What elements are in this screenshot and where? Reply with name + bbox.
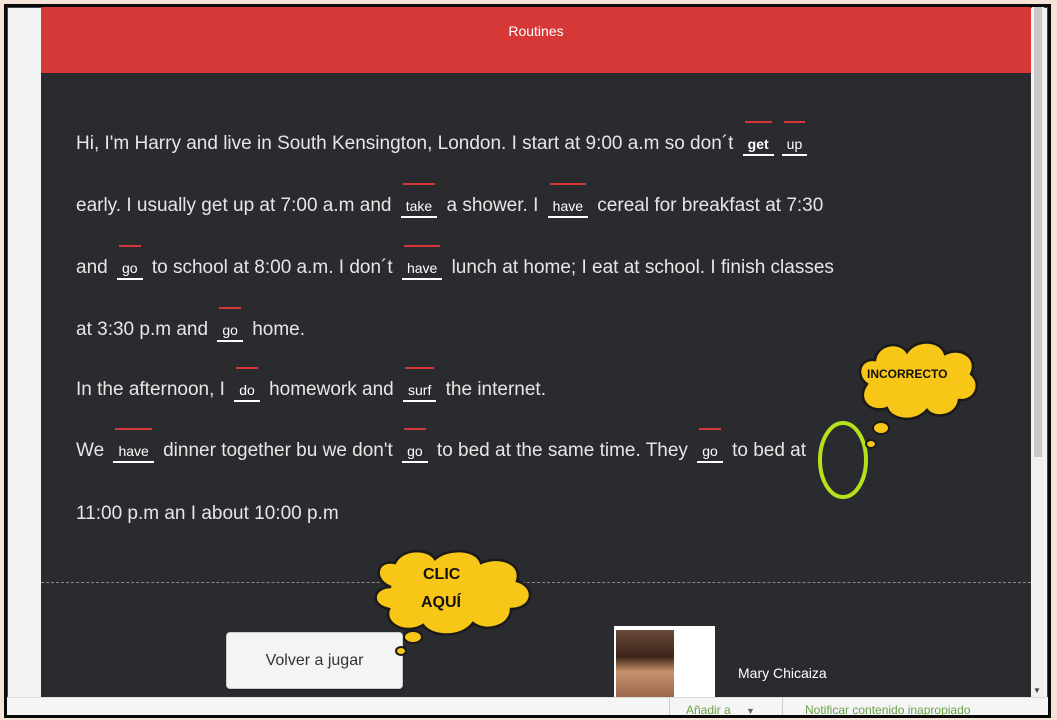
answer-blank[interactable]: go <box>402 428 428 463</box>
answer-blank[interactable]: get <box>742 121 774 156</box>
add-to-label: Añadir a <box>686 703 731 717</box>
answer-blank[interactable]: do <box>234 367 260 402</box>
add-to-menu[interactable]: Añadir a ▼ <box>686 703 755 717</box>
story-text-segment: lunch at home; I eat at school. I finish… <box>451 257 834 278</box>
report-content-link[interactable]: Notificar contenido inapropiado <box>805 703 970 715</box>
scrollbar-thumb[interactable] <box>1034 7 1042 457</box>
author-name[interactable]: Mary Chicaiza <box>738 665 827 681</box>
answer-blank[interactable]: go <box>217 307 243 342</box>
answer-blank[interactable]: have <box>401 245 443 280</box>
story-line: and go to school at 8:00 a.m. I don´t ha… <box>76 237 1016 299</box>
click-here-line1: CLIC <box>423 566 461 583</box>
footer-divider <box>782 698 783 715</box>
answer-blank[interactable]: up <box>781 121 808 156</box>
story-text-segment: In the afternoon, I <box>76 379 225 400</box>
game-title: Routines <box>508 23 564 39</box>
incorrect-callout-text: INCORRECTO <box>867 367 947 381</box>
story-text-segment: homework and <box>269 379 394 400</box>
story-text-segment: Hi, I'm Harry and live in South Kensingt… <box>76 133 734 154</box>
scroll-down-arrow-icon[interactable]: ▼ <box>1033 686 1041 695</box>
story-text-segment: to school at 8:00 a.m. I don´t <box>151 257 393 278</box>
story-text-segment: and <box>76 257 108 278</box>
app-frame: Routines Hi, I'm Harry and live in South… <box>4 4 1051 718</box>
answer-blank[interactable]: take <box>400 183 438 218</box>
story-text-segment: the internet. <box>445 379 546 400</box>
click-here-callout-bubble: CLIC AQUÍ <box>374 550 532 656</box>
story-text-segment: at 3:30 p.m and <box>76 319 209 340</box>
story-text-segment: We <box>76 440 105 461</box>
vertical-scrollbar[interactable]: ▼ <box>1032 7 1044 697</box>
footer-bar: Añadir a ▼ Notificar contenido inapropia… <box>7 697 1048 717</box>
story-text-segment: to bed at the same time. They <box>436 440 688 461</box>
incorrect-callout-bubble: INCORRECTO <box>858 341 978 449</box>
author-card[interactable] <box>614 626 715 706</box>
answer-blank[interactable]: surf <box>403 367 437 402</box>
footer-divider <box>669 698 670 715</box>
story-text-segment: to bed at <box>732 440 807 461</box>
story-line: early. I usually get up at 7:00 a.m and … <box>76 175 1016 237</box>
avatar[interactable] <box>616 630 674 706</box>
story-text-segment: cereal for breakfast at 7:30 <box>597 195 824 216</box>
game-title-bar: Routines <box>41 7 1031 73</box>
story-text-segment: dinner together bu we don't <box>163 440 393 461</box>
answer-blank[interactable]: have <box>113 428 154 463</box>
answer-blank[interactable]: have <box>547 183 589 218</box>
answer-blank-incorrect[interactable]: go <box>697 428 723 463</box>
story-line: Hi, I'm Harry and live in South Kensingt… <box>76 113 1016 175</box>
story-text-segment: early. I usually get up at 7:00 a.m and <box>76 195 392 216</box>
story-line: 11:00 p.m an I about 10:00 p.m <box>76 483 1016 545</box>
story-text-segment: a shower. I <box>446 195 539 216</box>
chevron-down-icon: ▼ <box>746 706 755 716</box>
click-here-line2: AQUÍ <box>421 592 462 611</box>
story-text-segment: home. <box>252 319 305 340</box>
answer-blank[interactable]: go <box>116 245 143 280</box>
story-text-segment: 11:00 p.m an I about 10:00 p.m <box>76 503 339 524</box>
story-text: Hi, I'm Harry and live in South Kensingt… <box>76 113 1016 545</box>
